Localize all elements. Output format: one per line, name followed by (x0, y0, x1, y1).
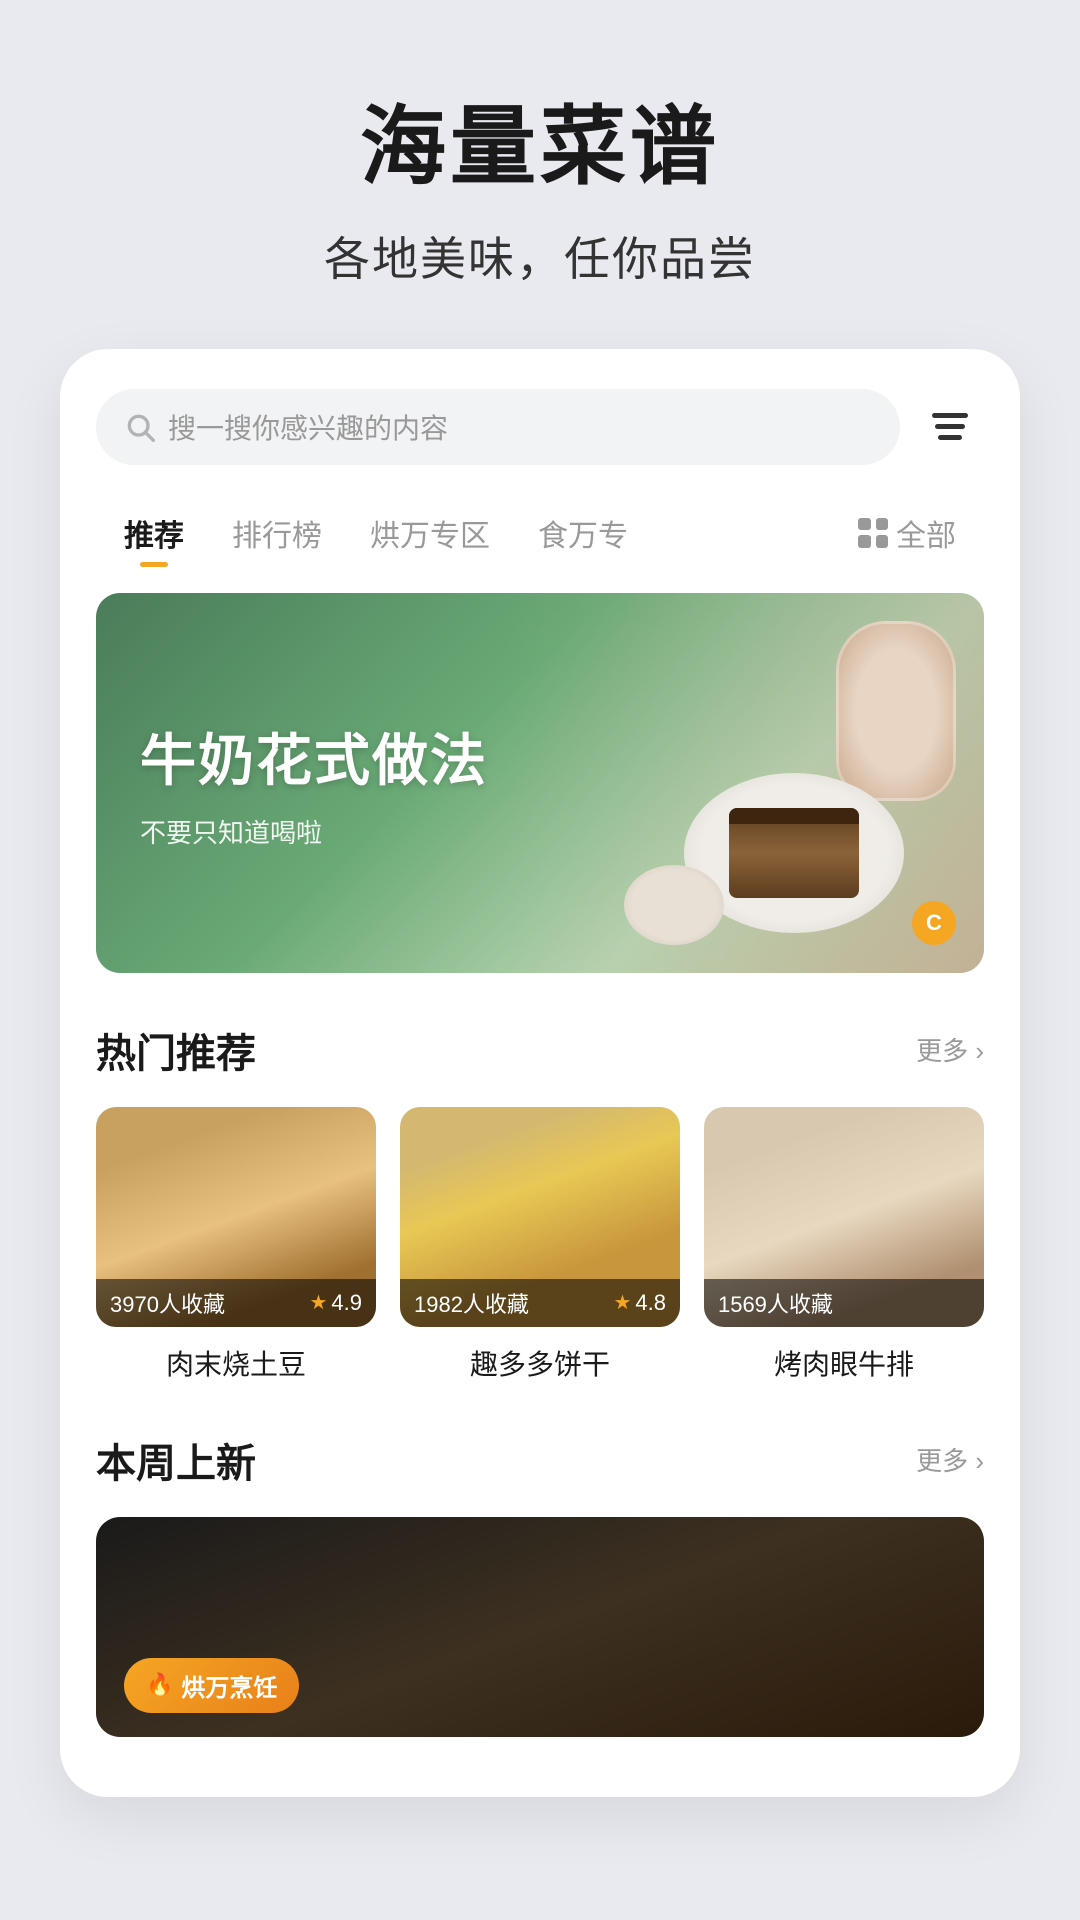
search-icon (124, 411, 156, 443)
recipe-badge-3: 1569人收藏 (704, 1279, 984, 1327)
hot-section-title: 热门推荐 (96, 1021, 256, 1079)
star-icon-2: ★ (613, 1290, 631, 1315)
banner-subtitle: 不要只知道喝啦 (140, 813, 940, 850)
tab-all[interactable]: 全部 (834, 501, 980, 565)
new-section: 本周上新 更多 › 🔥 烘万烹饪 (96, 1431, 984, 1737)
tab-shwan[interactable]: 食万专 (514, 501, 652, 565)
fire-icon: 🔥 (146, 1672, 173, 1698)
new-card-badge: 🔥 烘万烹饪 (124, 1658, 299, 1713)
new-section-title: 本周上新 (96, 1431, 256, 1489)
search-input-wrap[interactable]: 搜一搜你感兴趣的内容 (96, 389, 900, 465)
hero-section: 海量菜谱 各地美味，任你品尝 (0, 0, 1080, 349)
rating-badge-2: ★ 4.8 (613, 1290, 666, 1316)
recipe-card-3[interactable]: 1569人收藏 烤肉眼牛排 (704, 1107, 984, 1383)
banner-content: 牛奶花式做法 不要只知道喝啦 (96, 593, 984, 973)
app-card: 搜一搜你感兴趣的内容 推荐 排行榜 烘万专区 食万专 全部 (60, 349, 1020, 1797)
recipe-name-2: 趣多多饼干 (400, 1343, 680, 1383)
new-card[interactable]: 🔥 烘万烹饪 (96, 1517, 984, 1737)
hero-title: 海量菜谱 (0, 100, 1080, 195)
recipe-row: 3970人收藏 ★ 4.9 肉末烧土豆 1982人收藏 ★ 4.8 (96, 1107, 984, 1383)
recipe-name-1: 肉末烧土豆 (96, 1343, 376, 1383)
recipe-card-1[interactable]: 3970人收藏 ★ 4.9 肉末烧土豆 (96, 1107, 376, 1383)
tab-hongwan[interactable]: 烘万专区 (346, 501, 514, 565)
recipe-thumb-1: 3970人收藏 ★ 4.9 (96, 1107, 376, 1327)
new-card-badge-label: 烘万烹饪 (181, 1668, 277, 1703)
recipe-badge-1: 3970人收藏 ★ 4.9 (96, 1279, 376, 1327)
tab-recommend[interactable]: 推荐 (100, 501, 208, 565)
recipe-name-3: 烤肉眼牛排 (704, 1343, 984, 1383)
menu-bar-mid (935, 424, 965, 429)
menu-bar-top (932, 413, 968, 418)
grid-icon (858, 518, 888, 548)
nav-tabs: 推荐 排行榜 烘万专区 食万专 全部 (96, 501, 984, 565)
recipe-thumb-2: 1982人收藏 ★ 4.8 (400, 1107, 680, 1327)
recipe-thumb-3: 1569人收藏 (704, 1107, 984, 1327)
search-placeholder: 搜一搜你感兴趣的内容 (168, 407, 448, 447)
search-bar: 搜一搜你感兴趣的内容 (96, 389, 984, 465)
menu-icon[interactable] (916, 393, 984, 461)
hot-section-more[interactable]: 更多 › (916, 1031, 984, 1068)
banner-c-badge: C (912, 901, 956, 945)
banner-title: 牛奶花式做法 (140, 716, 940, 797)
star-icon-1: ★ (309, 1290, 327, 1315)
hero-subtitle: 各地美味，任你品尝 (0, 223, 1080, 289)
rating-badge-1: ★ 4.9 (309, 1290, 362, 1316)
banner[interactable]: 牛奶花式做法 不要只知道喝啦 C (96, 593, 984, 973)
recipe-card-2[interactable]: 1982人收藏 ★ 4.8 趣多多饼干 (400, 1107, 680, 1383)
menu-bar-bot (938, 435, 962, 440)
recipe-badge-2: 1982人收藏 ★ 4.8 (400, 1279, 680, 1327)
hot-section-header: 热门推荐 更多 › (96, 1021, 984, 1079)
new-section-more[interactable]: 更多 › (916, 1441, 984, 1478)
tab-ranking[interactable]: 排行榜 (208, 501, 346, 565)
new-section-header: 本周上新 更多 › (96, 1431, 984, 1489)
